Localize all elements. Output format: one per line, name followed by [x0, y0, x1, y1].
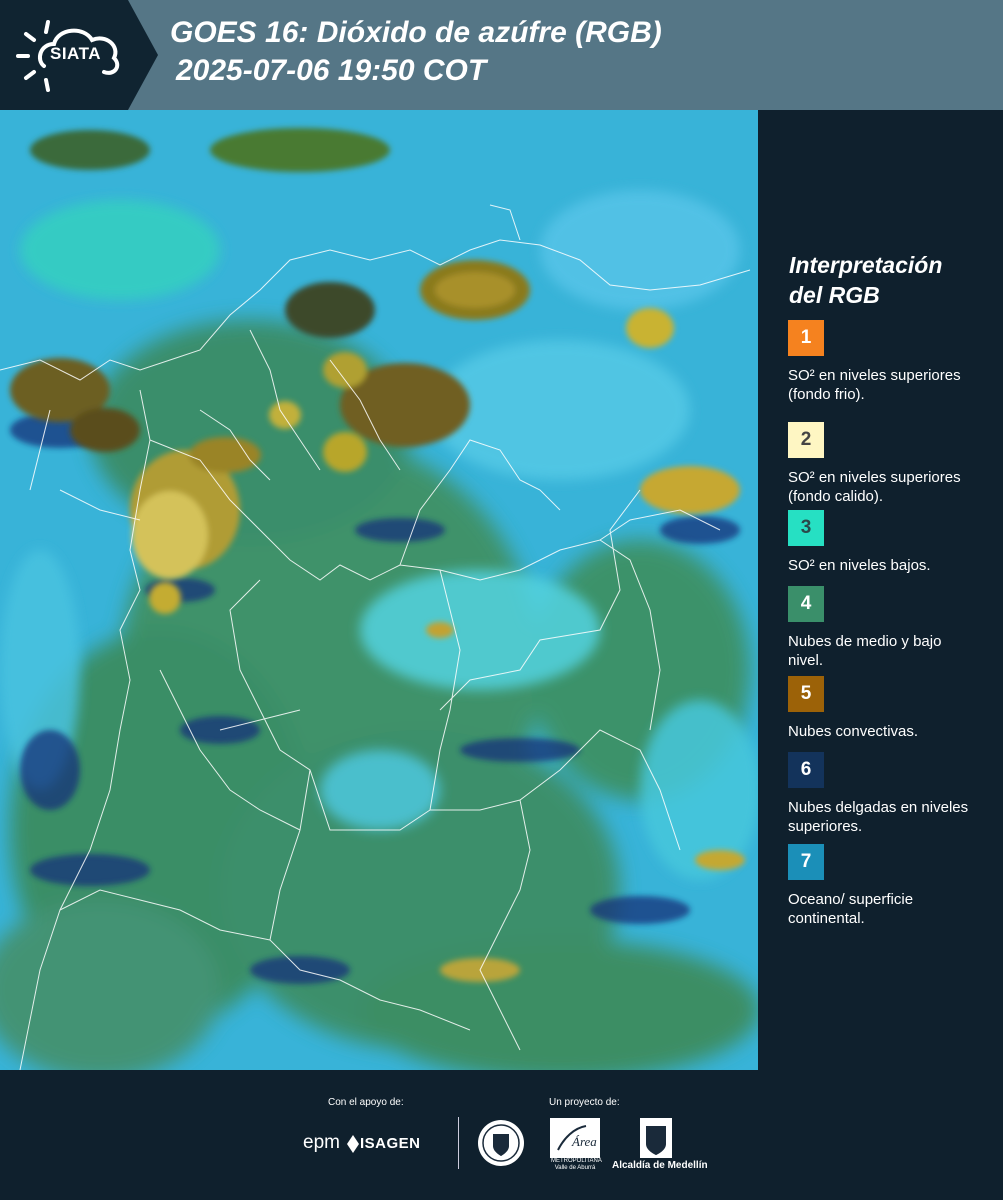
legend-label: Nubes convectivas.	[788, 723, 919, 740]
legend-swatch: 6	[788, 752, 824, 788]
legend-swatch: 4	[788, 586, 824, 622]
legend-title-line2: del RGB	[789, 282, 880, 308]
legend-item: 3 SO² en niveles bajos.	[788, 510, 988, 575]
alcaldia-crest-icon	[640, 1118, 672, 1158]
amva-logo-text: METROPOLITANA Valle de Aburrá	[551, 1158, 602, 1171]
siata-logo: SIATA	[0, 0, 158, 110]
alcaldia-logo-text: Alcaldía de Medellín	[612, 1160, 708, 1171]
satellite-map[interactable]	[0, 110, 758, 1070]
amva-logo-title: Área	[571, 1134, 597, 1149]
header-bar: SIATA GOES 16: Dióxido de azúfre (RGB) 2…	[0, 0, 1003, 110]
legend-item: 5 Nubes convectivas.	[788, 676, 988, 741]
amva-logo: Área	[550, 1118, 600, 1158]
support-label: Con el apoyo de:	[328, 1097, 404, 1108]
legend-label: Nubes delgadas en niveles superiores.	[788, 799, 969, 835]
project-label: Un proyecto de:	[549, 1097, 620, 1108]
title-timestamp: 2025-07-06 19:50 COT	[176, 54, 487, 87]
legend-item: 2 SO² en niveles superiores (fondo calido…	[788, 422, 988, 506]
legend-item: 1 SO² en niveles superiores (fondo frio).	[788, 320, 988, 404]
legend-swatch: 1	[788, 320, 824, 356]
page-title: GOES 16: Dióxido de azúfre (RGB) 2025-07…	[170, 14, 662, 90]
legend-item: 4 Nubes de medio y bajo nivel.	[788, 586, 988, 670]
legend-swatch: 3	[788, 510, 824, 546]
legend-label: Oceano/ superficie continental.	[788, 891, 914, 927]
siata-logo-text: SIATA	[50, 44, 101, 63]
legend-title: Interpretación del RGB	[789, 250, 989, 310]
legend-title-line1: Interpretación	[789, 252, 943, 278]
legend-label: SO² en niveles superiores (fondo calido)…	[788, 469, 961, 505]
isagen-logo: ISAGEN	[360, 1135, 421, 1152]
legend-swatch: 5	[788, 676, 824, 712]
satellite-rgb-image	[0, 110, 758, 1070]
medellin-seal-icon	[478, 1120, 524, 1166]
legend-panel: Interpretación del RGB 1 SO² en niveles s…	[770, 110, 1003, 1070]
legend-swatch: 7	[788, 844, 824, 880]
legend-label: SO² en niveles bajos.	[788, 557, 931, 574]
epm-logo: epm	[303, 1132, 340, 1153]
isagen-leaf-icon	[347, 1135, 359, 1153]
legend-item: 6 Nubes delgadas en niveles superiores.	[788, 752, 988, 836]
legend-item: 7 Oceano/ superficie continental.	[788, 844, 988, 928]
footer-divider	[458, 1117, 459, 1169]
legend-label: Nubes de medio y bajo nivel.	[788, 633, 942, 669]
legend-label: SO² en niveles superiores (fondo frio).	[788, 367, 961, 403]
legend-swatch: 2	[788, 422, 824, 458]
title-product: GOES 16: Dióxido de azúfre (RGB)	[170, 16, 662, 49]
